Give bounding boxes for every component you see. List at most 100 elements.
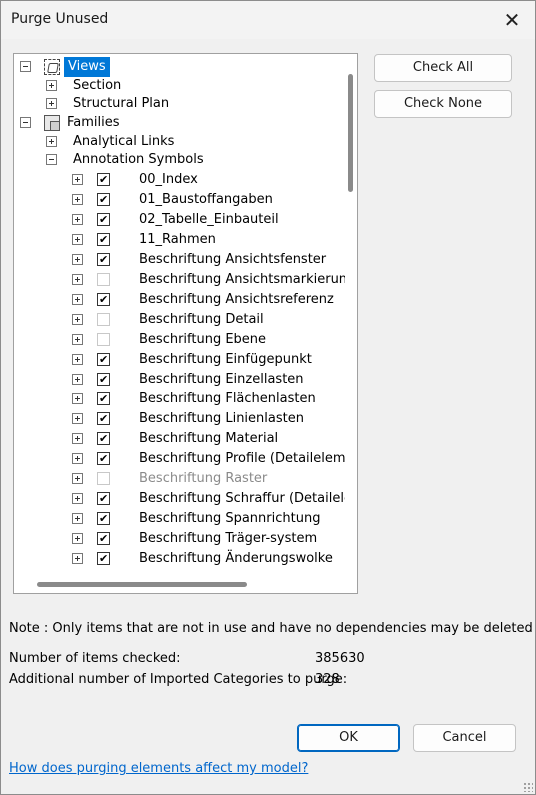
- tree-item-annotation[interactable]: ✔ Beschriftung Träger-system: [15, 529, 345, 549]
- item-checkbox[interactable]: ✔: [97, 392, 110, 405]
- checkmark-icon: ✔: [99, 293, 109, 306]
- tree-item-annotation[interactable]: Beschriftung Ansichtsmarkierung: [15, 270, 345, 290]
- expand-icon[interactable]: [72, 254, 83, 265]
- expand-icon[interactable]: [46, 80, 57, 91]
- tree-item-label: Beschriftung Ansichtsmarkierung: [139, 272, 345, 287]
- checkmark-icon: ✔: [99, 373, 109, 386]
- tree-item-annotation[interactable]: Beschriftung Detail: [15, 310, 345, 330]
- expand-icon[interactable]: [72, 533, 83, 544]
- tree-node-structural-plan[interactable]: Structural Plan: [15, 94, 345, 114]
- purge-tree[interactable]: Views Section Structural Plan Families A…: [13, 53, 358, 594]
- tree-item-annotation[interactable]: ✔ Beschriftung Material: [15, 429, 345, 449]
- tree-item-annotation[interactable]: Beschriftung Raster: [15, 469, 345, 489]
- expand-icon[interactable]: [72, 194, 83, 205]
- resize-grip[interactable]: [523, 782, 533, 792]
- vertical-scrollbar[interactable]: [345, 54, 357, 574]
- expand-icon[interactable]: [72, 374, 83, 385]
- expand-icon[interactable]: [72, 413, 83, 424]
- tree-item-annotation[interactable]: ✔ Beschriftung Ansichtsfenster: [15, 250, 345, 270]
- collapse-icon[interactable]: [20, 117, 31, 128]
- item-checkbox[interactable]: ✔: [97, 432, 110, 445]
- item-checkbox[interactable]: ✔: [97, 353, 110, 366]
- item-checkbox[interactable]: ✔: [97, 233, 110, 246]
- item-checkbox[interactable]: ✔: [97, 173, 110, 186]
- expand-icon[interactable]: [72, 513, 83, 524]
- expand-icon[interactable]: [72, 314, 83, 325]
- item-checkbox[interactable]: ✔: [97, 213, 110, 226]
- item-checkbox: [97, 472, 110, 485]
- tree-node-views[interactable]: Views: [15, 57, 345, 77]
- tree-item-annotation[interactable]: ✔ Beschriftung Schraffur (Detailelem: [15, 489, 345, 509]
- tree-item-annotation[interactable]: ✔ Beschriftung Einzellasten: [15, 370, 345, 390]
- cancel-button[interactable]: Cancel: [413, 724, 516, 752]
- tree-item-label: 00_Index: [139, 172, 198, 187]
- check-all-button[interactable]: Check All: [374, 54, 512, 82]
- horizontal-scrollbar[interactable]: [15, 575, 345, 593]
- expand-icon[interactable]: [72, 334, 83, 345]
- expand-icon[interactable]: [46, 136, 57, 147]
- item-checkbox[interactable]: ✔: [97, 253, 110, 266]
- ok-button[interactable]: OK: [297, 724, 400, 752]
- tree-item-annotation[interactable]: ✔ 02_Tabelle_Einbauteil: [15, 210, 345, 230]
- tree-item-label: Beschriftung Material: [139, 431, 279, 446]
- item-checkbox[interactable]: ✔: [97, 412, 110, 425]
- checkmark-icon: ✔: [99, 432, 109, 445]
- expand-icon[interactable]: [72, 433, 83, 444]
- help-link[interactable]: How does purging elements affect my mode…: [9, 761, 308, 776]
- tree-node-annotation-symbols[interactable]: Annotation Symbols: [15, 150, 345, 170]
- expand-icon[interactable]: [46, 98, 57, 109]
- checkmark-icon: ✔: [99, 492, 109, 505]
- tree-item-annotation[interactable]: Beschriftung Ebene: [15, 330, 345, 350]
- item-checkbox[interactable]: ✔: [97, 552, 110, 565]
- tree-item-annotation[interactable]: ✔ Beschriftung Spannrichtung: [15, 509, 345, 529]
- tree-item-label: 01_Baustoffangaben: [139, 192, 273, 207]
- item-checkbox[interactable]: [97, 333, 110, 346]
- expand-icon[interactable]: [72, 274, 83, 285]
- horizontal-scroll-thumb[interactable]: [37, 582, 247, 587]
- tree-item-annotation[interactable]: ✔ Beschriftung Profile (Detailelem…: [15, 449, 345, 469]
- collapse-icon[interactable]: [46, 154, 57, 165]
- item-checkbox[interactable]: ✔: [97, 293, 110, 306]
- expand-icon[interactable]: [72, 553, 83, 564]
- tree-item-annotation[interactable]: ✔ 00_Index: [15, 170, 345, 190]
- tree-item-label: Beschriftung Ansichtsreferenz: [139, 292, 334, 307]
- tree-item-annotation[interactable]: ✔ 01_Baustoffangaben: [15, 190, 345, 210]
- item-checkbox[interactable]: ✔: [97, 492, 110, 505]
- tree-item-annotation[interactable]: ✔ Beschriftung Einfügepunkt: [15, 350, 345, 370]
- item-checkbox[interactable]: ✔: [97, 512, 110, 525]
- tree-item-label: Beschriftung Träger-system: [139, 531, 318, 546]
- tree-item-annotation[interactable]: ✔ Beschriftung Änderungswolke: [15, 549, 345, 569]
- expand-icon[interactable]: [72, 294, 83, 305]
- note-text: Note : Only items that are not in use an…: [9, 621, 533, 636]
- checkmark-icon: ✔: [99, 213, 109, 226]
- item-checkbox[interactable]: [97, 313, 110, 326]
- items-checked-label: Number of items checked:: [9, 651, 181, 666]
- expand-icon[interactable]: [72, 174, 83, 185]
- expand-icon[interactable]: [72, 214, 83, 225]
- tree-node-analytical-links[interactable]: Analytical Links: [15, 132, 345, 152]
- tree-item-label: Beschriftung Spannrichtung: [139, 511, 321, 526]
- check-none-button[interactable]: Check None: [374, 90, 512, 118]
- item-checkbox[interactable]: ✔: [97, 373, 110, 386]
- tree-item-annotation[interactable]: ✔ 11_Rahmen: [15, 230, 345, 250]
- expand-icon[interactable]: [72, 473, 83, 484]
- item-checkbox[interactable]: ✔: [97, 452, 110, 465]
- tree-item-label: 02_Tabelle_Einbauteil: [139, 212, 279, 227]
- expand-icon[interactable]: [72, 453, 83, 464]
- item-checkbox[interactable]: [97, 273, 110, 286]
- close-icon[interactable]: ✕: [489, 1, 535, 39]
- expand-icon[interactable]: [72, 354, 83, 365]
- expand-icon[interactable]: [72, 393, 83, 404]
- tree-item-annotation[interactable]: ✔ Beschriftung Flächenlasten: [15, 389, 345, 409]
- item-checkbox[interactable]: ✔: [97, 193, 110, 206]
- tree-item-annotation[interactable]: ✔ Beschriftung Linienlasten: [15, 409, 345, 429]
- tree-item-annotation[interactable]: ✔ Beschriftung Ansichtsreferenz: [15, 290, 345, 310]
- tree-node-families[interactable]: Families: [15, 113, 345, 133]
- tree-node-section[interactable]: Section: [15, 76, 345, 96]
- checkmark-icon: ✔: [99, 233, 109, 246]
- expand-icon[interactable]: [72, 493, 83, 504]
- collapse-icon[interactable]: [20, 61, 31, 72]
- item-checkbox[interactable]: ✔: [97, 532, 110, 545]
- vertical-scroll-thumb[interactable]: [348, 74, 353, 192]
- expand-icon[interactable]: [72, 234, 83, 245]
